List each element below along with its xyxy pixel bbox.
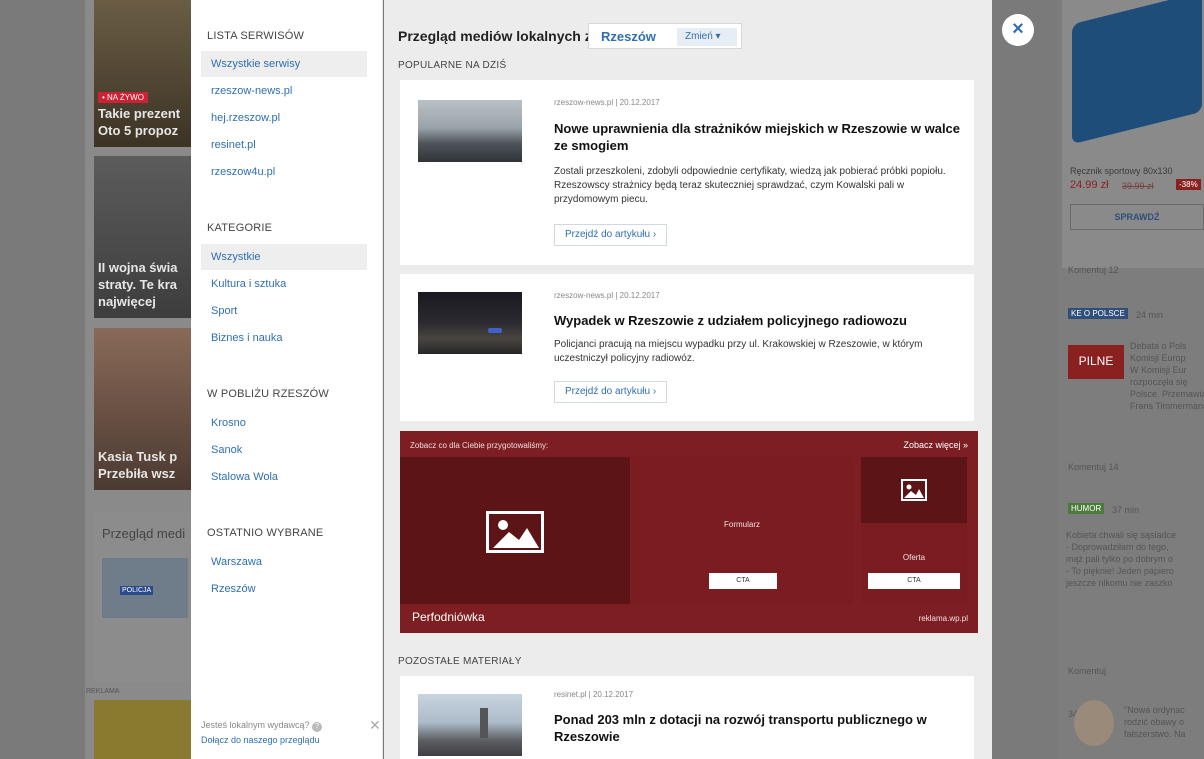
sidebar-item-city[interactable]: Stalowa Wola <box>201 464 367 490</box>
article-thumbnail[interactable] <box>418 100 522 162</box>
image-placeholder-icon <box>901 479 927 501</box>
selected-city: Rzeszów <box>601 29 656 44</box>
article-meta: rzeszow-news.pl | 20.12.2017 <box>554 291 660 300</box>
city-selector: Rzeszów Zmień ▾ <box>588 23 742 49</box>
publisher-question: Jesteś lokalnym wydawcą? ? <box>201 720 381 732</box>
sidebar-item-service[interactable]: hej.rzeszow.pl <box>201 105 367 131</box>
background-news-card: Kasia Tusk p Przebiła wsz <box>94 328 191 490</box>
sidebar-item-category[interactable]: Sport <box>201 298 367 324</box>
article-card: resinet.pl | 20.12.2017 Ponad 203 mln z … <box>400 676 974 759</box>
categories-heading: KATEGORIE <box>207 222 273 234</box>
form-label: Formularz <box>723 520 760 529</box>
article-card: rzeszow-news.pl | 20.12.2017 Nowe uprawn… <box>400 80 974 265</box>
background-comment: Komentuj <box>1068 666 1107 676</box>
article-description: Policjanci pracują na miejscu wypadku pr… <box>554 339 923 364</box>
sidebar-item-city[interactable]: Sanok <box>201 437 367 463</box>
background-overview-title: Przegląd medi <box>102 526 186 541</box>
background-tag: KE O POLSCE <box>1068 308 1128 319</box>
sidebar-item-recent[interactable]: Warszawa <box>201 549 367 575</box>
background-check-button: SPRAWDŹ <box>1070 204 1204 230</box>
background-product-image <box>1072 0 1202 145</box>
background-comment: Komentuj 14 <box>1068 462 1119 472</box>
background-tag: HUMOR <box>1068 503 1105 514</box>
promo-banner[interactable]: Zobacz co dla Ciebie przygotowaliśmy: Zo… <box>400 431 978 633</box>
popular-section-label: POPULARNE NA DZIŚ <box>398 60 507 71</box>
background-product-card: Ręcznik sportowy 80x130 24.99 zł 39.99 z… <box>1062 0 1204 268</box>
offer-image <box>861 457 967 523</box>
read-article-button[interactable]: Przejdź do artykułu › <box>554 224 668 246</box>
sidebar-item-city[interactable]: Krosno <box>201 410 367 436</box>
nearby-heading: W POBLIŻU RZESZÓW <box>207 388 329 400</box>
background-time: 37 min <box>1112 505 1140 515</box>
background-text: Kobieta chwali się sąsiadce - Doprowadzi… <box>1066 530 1177 588</box>
article-title[interactable]: Ponad 203 mln z dotacji na rozwój transp… <box>554 711 964 745</box>
offer-cta-button[interactable]: CTA <box>868 573 960 589</box>
background-product-price: 24.99 zł <box>1070 179 1109 191</box>
article-thumbnail[interactable] <box>418 292 522 354</box>
publisher-question-text: Jesteś lokalnym wydawcą? <box>201 720 310 730</box>
background-text: Debata o Pols Komisji Europ W Komisji Eu… <box>1130 341 1204 411</box>
background-discount: -38% <box>1176 179 1201 190</box>
ad-source-link[interactable]: reklama.wp.pl <box>919 614 968 623</box>
close-icon[interactable]: ✕ <box>369 717 381 734</box>
promo-offer-pane[interactable]: Oferta CTA <box>861 457 967 604</box>
background-news-card: II wojna świa straty. Te kra najwięcej <box>94 156 191 318</box>
article-thumbnail[interactable] <box>418 694 522 756</box>
sidebar-item-all-services[interactable]: Wszystkie serwisy <box>201 51 367 77</box>
article-meta: rzeszow-news.pl | 20.12.2017 <box>554 98 660 107</box>
promo-intro: Zobacz co dla Ciebie przygotowaliśmy: <box>410 441 549 450</box>
page-title: Przegląd mediów lokalnych z: <box>398 28 597 44</box>
sidebar-item-category-all[interactable]: Wszystkie <box>201 244 367 270</box>
background-ad-image <box>94 700 191 759</box>
background-time: 24 min <box>1136 310 1164 320</box>
background-comment: Komentuj 12 <box>1068 265 1119 275</box>
background-old-price: 39.99 zł <box>1122 181 1154 191</box>
article-description: Zostali przeszkoleni, zdobyli odpowiedni… <box>554 166 946 205</box>
close-icon: × <box>1012 18 1024 40</box>
tower-shape <box>480 708 488 738</box>
live-badge: • NA ŻYWO <box>98 92 148 103</box>
background-product-title: Ręcznik sportowy 80x130 <box>1070 166 1173 176</box>
sidebar-item-recent[interactable]: Rzeszów <box>201 576 367 602</box>
recent-heading: OSTATNIO WYBRANE <box>207 527 324 539</box>
promo-form-pane[interactable]: Formularz CTA <box>631 457 853 604</box>
close-modal-button[interactable]: × <box>1002 14 1034 46</box>
police-light <box>488 328 502 333</box>
background-ad-tag: REKLAMA <box>86 688 120 695</box>
background-news-card: • NA ŻYWO Takie prezent Oto 5 propoz <box>94 0 191 147</box>
sidebar-item-category[interactable]: Biznes i nauka <box>201 325 367 351</box>
background-police-image: POLICJA <box>102 558 188 618</box>
see-more-link[interactable]: Zobacz więcej » <box>903 440 968 450</box>
sidebar-item-service[interactable]: rzeszow4u.pl <box>201 159 367 185</box>
offer-label: Oferta <box>902 553 926 562</box>
promo-brand: Perfodniówka <box>412 610 485 624</box>
article-title[interactable]: Wypadek w Rzeszowie z udziałem policyjne… <box>554 312 964 329</box>
publisher-promo: Jesteś lokalnym wydawcą? ? Dołącz do nas… <box>201 720 381 745</box>
article-title[interactable]: Nowe uprawnienia dla strażników miejskic… <box>554 120 964 154</box>
change-city-button[interactable]: Zmień ▾ <box>677 28 737 46</box>
background-avatar <box>1074 700 1114 746</box>
other-section-label: POZOSTAŁE MATERIAŁY <box>398 656 522 667</box>
image-placeholder-icon <box>486 511 544 553</box>
sidebar-item-category[interactable]: Kultura i sztuka <box>201 271 367 297</box>
join-overview-link[interactable]: Dołącz do naszego przeglądu <box>201 735 381 745</box>
sidebar-item-service[interactable]: rzeszow-news.pl <box>201 78 367 104</box>
local-media-overview: Przegląd mediów lokalnych z: Rzeszów Zmi… <box>384 0 992 759</box>
article-card: rzeszow-news.pl | 20.12.2017 Wypadek w R… <box>400 274 974 421</box>
sidebar-item-service[interactable]: resinet.pl <box>201 132 367 158</box>
police-label: POLICJA <box>120 586 154 595</box>
background-card-caption: Kasia Tusk p Przebiła wsz <box>98 449 178 481</box>
article-meta: resinet.pl | 20.12.2017 <box>554 690 634 699</box>
services-heading: LISTA SERWISÓW <box>207 30 305 42</box>
promo-image-pane[interactable] <box>400 457 630 604</box>
help-icon[interactable]: ? <box>312 722 323 732</box>
background-overview-card: Przegląd medi POLICJA <box>94 512 191 682</box>
read-article-button[interactable]: Przejdź do artykułu › <box>554 381 668 403</box>
services-sidebar: LISTA SERWISÓW Wszystkie serwisy rzeszow… <box>191 0 383 759</box>
form-cta-button[interactable]: CTA <box>709 573 777 589</box>
background-text: "Nowa ordynac rodzić obawy o fałszerstwo… <box>1124 705 1186 739</box>
background-card-caption: Takie prezent Oto 5 propoz <box>98 106 181 138</box>
background-card-caption: II wojna świa straty. Te kra najwięcej <box>98 260 178 309</box>
